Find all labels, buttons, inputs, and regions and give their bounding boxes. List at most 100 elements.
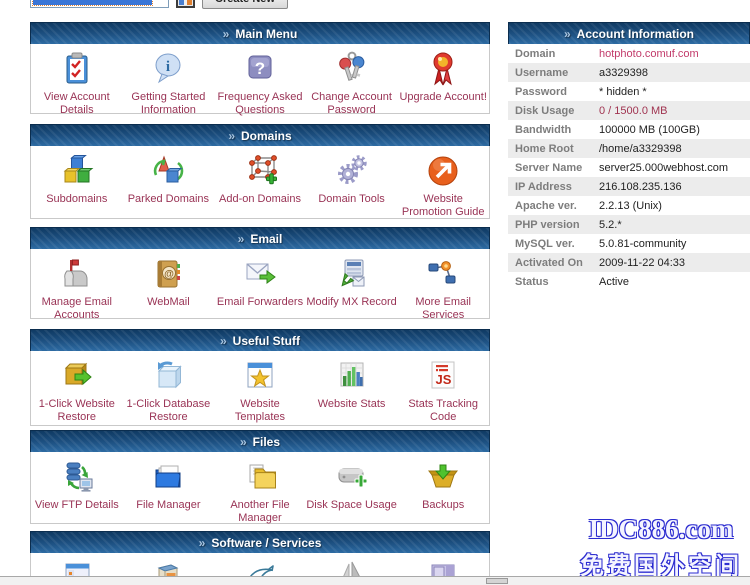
menu-item-stats-tracking-code[interactable]: JS Stats Tracking Code — [397, 351, 489, 424]
menu-item-webmail[interactable]: @WebMail — [123, 249, 215, 309]
menu-item-label: Add-on Domains — [219, 193, 301, 206]
account-row-label: Username — [508, 67, 599, 79]
header-chevron-icon: » — [220, 334, 227, 348]
account-information-header: » Account Information — [508, 22, 750, 44]
account-row-domain: Domainhotphoto.comuf.com — [508, 44, 750, 63]
menu-item-label: Website Stats — [318, 398, 386, 411]
section-header-domains: » Domains — [30, 124, 490, 146]
envelope-forward-icon — [241, 255, 279, 293]
menu-item-modify-mx-record[interactable]: Modify MX Record — [306, 249, 398, 309]
account-row-username: Usernamea3329398 — [508, 63, 750, 82]
section-title: Domains — [241, 129, 292, 143]
go-button[interactable] — [176, 0, 195, 8]
promotion-arrow-icon — [424, 152, 462, 190]
menu-item-parked-domains[interactable]: Parked Domains — [123, 146, 215, 206]
account-row-value: 5.2.* — [599, 219, 622, 231]
section-body-email: Manage Email Accounts@WebMailEmail Forwa… — [30, 249, 490, 319]
svg-text:?: ? — [255, 59, 265, 78]
header-chevron-icon: » — [228, 129, 235, 143]
menu-item-label: Stats Tracking Code — [397, 398, 489, 424]
menu-item-label: Website Promotion Guide — [397, 193, 489, 219]
menu-item-view-account-details[interactable]: View Account Details — [31, 44, 123, 117]
menu-item-backups[interactable]: Backups — [397, 452, 489, 512]
account-row-label: Password — [508, 86, 599, 98]
section-title: Useful Stuff — [233, 334, 300, 348]
account-row-value: Active — [599, 276, 629, 288]
menu-item-file-manager[interactable]: File Manager — [123, 452, 215, 512]
section-header-main-menu: »Main Menu — [30, 22, 490, 44]
menu-item-label: View FTP Details — [35, 499, 119, 512]
account-information-title: Account Information — [577, 27, 694, 41]
menu-item-manage-email-accounts[interactable]: Manage Email Accounts — [31, 249, 123, 322]
menu-item-subdomains[interactable]: Subdomains — [31, 146, 123, 206]
horizontal-scrollbar[interactable] — [0, 576, 750, 585]
menu-item-1-click-database-restore[interactable]: 1-Click Database Restore — [123, 351, 215, 424]
create-new-button[interactable]: Create New — [202, 0, 288, 9]
section-body-files: View FTP Details File ManagerAnother File… — [30, 452, 490, 524]
account-row-server-name: Server Nameserver25.000webhost.com — [508, 158, 750, 177]
menu-item-label: Frequency Asked Questions — [214, 91, 306, 117]
account-row-value: 2009-11-22 04:33 — [599, 257, 685, 269]
menu-item-email-forwarders[interactable]: Email Forwarders — [214, 249, 306, 309]
account-row-ip-address: IP Address216.108.235.136 — [508, 177, 750, 196]
account-row-home-root: Home Root/home/a3329398 — [508, 139, 750, 158]
section-useful-stuff: » Useful Stuff 1-Click Website Restore1-Cl… — [30, 329, 490, 426]
color-cubes-icon — [58, 152, 96, 190]
header-chevron-icon: » — [199, 536, 206, 550]
account-row-bandwidth: Bandwidth100000 MB (100GB) — [508, 120, 750, 139]
menu-item-view-ftp-details[interactable]: View FTP Details — [31, 452, 123, 512]
svg-text:@: @ — [165, 269, 175, 280]
flowchart-nodes-icon — [424, 255, 462, 293]
menu-item-label: Subdomains — [46, 193, 107, 206]
js-code-icon: JS — [424, 357, 462, 395]
menu-item-label: Manage Email Accounts — [31, 296, 123, 322]
menu-item-getting-started-information[interactable]: iGetting Started Information — [123, 44, 215, 117]
watermark: IDC886.com 免费国外空间 — [575, 514, 747, 581]
window-star-icon — [241, 357, 279, 395]
menu-item-label: Another File Manager — [214, 499, 306, 525]
info-bubble-icon: i — [149, 50, 187, 88]
yellow-folder-icon — [241, 458, 279, 496]
section-title: Software / Services — [211, 536, 321, 550]
section-body-main-menu: View Account DetailsiGetting Started Inf… — [30, 44, 490, 114]
account-row-status: StatusActive — [508, 272, 750, 291]
menu-item-website-promotion-guide[interactable]: Website Promotion Guide — [397, 146, 489, 219]
account-row-value: server25.000webhost.com — [599, 162, 728, 174]
scrollbar-thumb[interactable] — [486, 578, 508, 584]
svg-text:JS: JS — [436, 372, 452, 387]
menu-item-1-click-website-restore[interactable]: 1-Click Website Restore — [31, 351, 123, 424]
account-row-value[interactable]: hotphoto.comuf.com — [599, 48, 699, 60]
section-files: »FilesView FTP DetailsFile ManagerAnothe… — [30, 430, 490, 524]
menu-item-label: Upgrade Account! — [399, 91, 486, 104]
menu-item-upgrade-account[interactable]: Upgrade Account! — [397, 44, 489, 104]
header-chevron-icon: » — [223, 27, 230, 41]
network-cube-plus-icon — [241, 152, 279, 190]
control-panel-page: Create New »Main MenuView Account Detail… — [0, 0, 750, 585]
svg-text:i: i — [166, 59, 170, 75]
menu-item-label: 1-Click Website Restore — [31, 398, 123, 424]
account-row-label: MySQL ver. — [508, 238, 599, 250]
section-body-domains: Subdomains Parked Domains Add-on Domains Do… — [30, 146, 490, 219]
account-row-php-version: PHP version5.2.* — [508, 215, 750, 234]
keys-icon — [333, 50, 371, 88]
menu-item-more-email-services[interactable]: More Email Services — [397, 249, 489, 322]
menu-item-label: Backups — [422, 499, 464, 512]
account-information-panel: » Account Information Domainhotphoto.com… — [508, 22, 750, 291]
account-select-dropdown[interactable] — [30, 0, 169, 8]
watermark-site-name: IDC886.com — [575, 514, 747, 545]
menu-item-add-on-domains[interactable]: Add-on Domains — [214, 146, 306, 206]
menu-item-label: 1-Click Database Restore — [123, 398, 215, 424]
menu-item-another-file-manager[interactable]: Another File Manager — [214, 452, 306, 525]
blue-folder-icon — [149, 458, 187, 496]
menu-item-change-account-password[interactable]: Change Account Password — [306, 44, 398, 117]
account-row-value: 5.0.81-community — [599, 238, 686, 250]
menu-item-label: View Account Details — [31, 91, 123, 117]
menu-item-website-stats[interactable]: Website Stats — [306, 351, 398, 411]
ftp-sync-icon — [58, 458, 96, 496]
menu-item-website-templates[interactable]: Website Templates — [214, 351, 306, 424]
menu-item-domain-tools[interactable]: Domain Tools — [306, 146, 398, 206]
menu-item-frequency-asked-questions[interactable]: ? Frequency Asked Questions — [214, 44, 306, 117]
section-email: »EmailManage Email Accounts@WebMailEmail… — [30, 227, 490, 319]
menu-item-disk-space-usage[interactable]: Disk Space Usage — [306, 452, 398, 512]
backup-box-icon — [424, 458, 462, 496]
